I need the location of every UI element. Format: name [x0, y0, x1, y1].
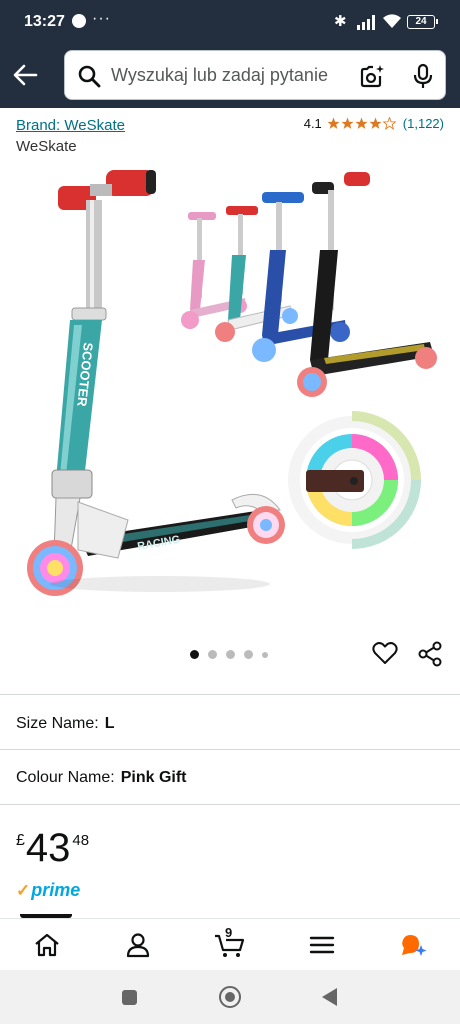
wheel-detail-illustration	[288, 411, 421, 549]
star-full-icon	[369, 117, 382, 129]
star-full-icon	[327, 117, 340, 129]
rating-value: 4.1	[303, 116, 322, 131]
size-selector[interactable]: Size Name: L	[16, 715, 114, 733]
divider	[0, 804, 460, 805]
wifi-icon	[383, 14, 401, 28]
size-value: L	[104, 715, 115, 732]
star-rating	[327, 117, 396, 130]
back-arrow-icon[interactable]	[10, 60, 40, 90]
prime-label: prime	[31, 880, 81, 900]
size-label: Size Name:	[16, 715, 99, 732]
signal-icon	[357, 15, 375, 30]
carousel-dot[interactable]	[208, 650, 217, 659]
colour-selector[interactable]: Colour Name: Pink Gift	[16, 769, 186, 787]
star-full-icon	[355, 117, 368, 129]
bottom-nav: 9	[0, 918, 460, 970]
rating-count: (1,122)	[402, 116, 444, 131]
star-empty-icon	[382, 117, 396, 130]
price: £ 43 48	[16, 826, 89, 870]
prime-badge: ✓ prime	[16, 880, 80, 901]
more-notifications-icon: ···	[92, 10, 111, 27]
menu-icon[interactable]	[308, 931, 336, 959]
carousel-dot[interactable]	[190, 650, 199, 659]
home-icon[interactable]	[33, 931, 61, 959]
star-full-icon	[341, 117, 354, 129]
heart-icon[interactable]	[372, 640, 398, 666]
camera-search-icon[interactable]	[359, 64, 385, 88]
divider	[0, 749, 460, 750]
price-fraction: 48	[72, 832, 90, 849]
android-navigation-bar	[0, 970, 460, 1024]
cart-count: 9	[225, 925, 233, 940]
brand-link[interactable]: Brand: WeSkate	[16, 117, 125, 134]
colour-value: Pink Gift	[120, 769, 187, 786]
color-variants-illustration	[181, 172, 437, 397]
rating-summary[interactable]: 4.1 (1,122)	[304, 116, 444, 131]
messenger-icon	[72, 14, 86, 28]
status-bar: 13:27 ··· ✱ 24	[0, 0, 460, 44]
home-button[interactable]	[219, 986, 241, 1008]
product-image[interactable]: SCOOTER RACING	[0, 160, 460, 630]
battery-icon: 24	[407, 15, 438, 29]
carousel-dot[interactable]	[262, 651, 268, 658]
search-box[interactable]	[64, 50, 446, 100]
bluetooth-icon: ✱	[334, 13, 347, 30]
carousel-dot[interactable]	[244, 650, 253, 659]
price-currency: £	[16, 832, 25, 849]
search-input[interactable]	[111, 51, 351, 99]
back-button[interactable]	[322, 988, 337, 1006]
rufus-assistant-icon[interactable]	[399, 931, 427, 959]
share-icon[interactable]	[418, 641, 442, 667]
prime-check-icon: ✓	[16, 880, 31, 900]
divider	[0, 694, 460, 695]
recent-apps-button[interactable]	[122, 990, 137, 1005]
brand-name: WeSkate	[16, 138, 77, 155]
main-scooter-illustration: SCOOTER RACING	[27, 170, 285, 596]
colour-label: Colour Name:	[16, 769, 115, 786]
account-icon[interactable]	[124, 931, 152, 959]
search-header	[0, 44, 460, 108]
price-whole: 43	[25, 826, 71, 870]
microphone-icon[interactable]	[411, 63, 435, 89]
carousel-indicator[interactable]	[190, 650, 268, 659]
search-icon	[78, 65, 101, 88]
status-time: 13:27	[24, 13, 65, 30]
carousel-dot[interactable]	[226, 650, 235, 659]
cart-button[interactable]: 9	[214, 925, 246, 959]
